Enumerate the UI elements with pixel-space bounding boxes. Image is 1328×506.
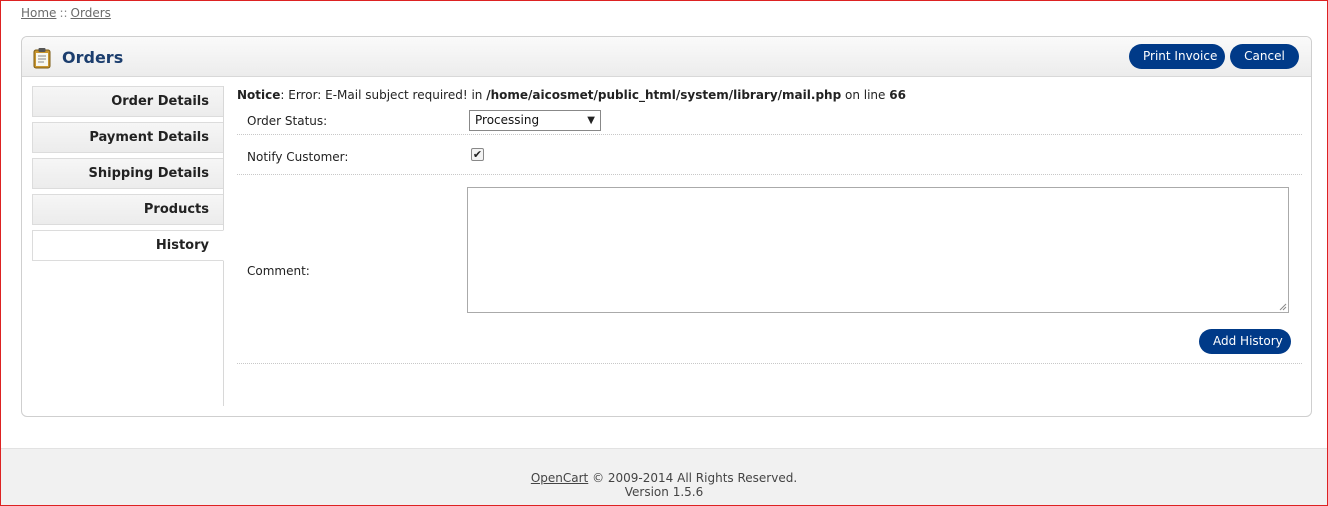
- comment-textarea[interactable]: [467, 187, 1289, 313]
- print-invoice-button[interactable]: Print Invoice: [1129, 44, 1225, 69]
- tab-payment-details[interactable]: Payment Details: [32, 122, 223, 153]
- notice-label: Notice: [237, 88, 281, 102]
- tab-shipping-details[interactable]: Shipping Details: [32, 158, 223, 189]
- notice-on-line: on line: [841, 88, 890, 102]
- notify-customer-checkbox[interactable]: ✔: [471, 148, 484, 161]
- footer-copyright-line: OpenCart © 2009-2014 All Rights Reserved…: [0, 471, 1328, 485]
- breadcrumb-separator: ::: [59, 6, 68, 20]
- notify-customer-row: Notify Customer: ✔: [237, 135, 1302, 175]
- tab-history[interactable]: History: [32, 230, 224, 261]
- notify-customer-label: Notify Customer:: [247, 150, 349, 164]
- checkmark-icon: ✔: [472, 148, 483, 161]
- footer-copyright: © 2009-2014 All Rights Reserved.: [588, 471, 798, 485]
- breadcrumb: Home:: Orders: [21, 6, 111, 20]
- add-history-button[interactable]: Add History: [1199, 329, 1291, 354]
- order-status-select[interactable]: Processing ▼: [469, 110, 601, 131]
- breadcrumb-orders-link[interactable]: Orders: [71, 6, 111, 20]
- dropdown-arrow-icon: ▼: [587, 115, 595, 126]
- page-title: Orders: [62, 48, 124, 67]
- order-status-label: Order Status:: [247, 114, 328, 128]
- opencart-link[interactable]: OpenCart: [531, 471, 588, 485]
- cancel-button[interactable]: Cancel: [1230, 44, 1299, 69]
- footer-version: Version 1.5.6: [624, 485, 704, 499]
- notice-path: /home/aicosmet/public_html/system/librar…: [486, 88, 842, 102]
- vertical-tabs: Order Details Payment Details Shipping D…: [32, 86, 224, 406]
- order-status-row: Order Status: Processing ▼: [237, 102, 1302, 135]
- order-status-value: Processing: [475, 113, 540, 127]
- orders-panel: Orders Print Invoice Cancel Order Detail…: [21, 36, 1312, 417]
- clipboard-icon: [33, 48, 51, 69]
- resize-grip-icon[interactable]: [1279, 303, 1287, 311]
- panel-header: Orders Print Invoice Cancel: [22, 37, 1311, 77]
- footer: OpenCart © 2009-2014 All Rights Reserved…: [0, 448, 1328, 506]
- comment-label: Comment:: [247, 264, 310, 278]
- tab-products[interactable]: Products: [32, 194, 223, 225]
- history-tab-content: Notice: Error: E-Mail subject required! …: [237, 85, 1302, 364]
- notice-line-number: 66: [889, 88, 906, 102]
- notice-message: : Error: E-Mail subject required! in: [280, 88, 487, 102]
- breadcrumb-home-link[interactable]: Home: [21, 6, 56, 20]
- tab-order-details[interactable]: Order Details: [32, 86, 223, 117]
- error-notice: Notice: Error: E-Mail subject required! …: [237, 88, 1302, 102]
- comment-row: Comment: Add History: [237, 175, 1302, 364]
